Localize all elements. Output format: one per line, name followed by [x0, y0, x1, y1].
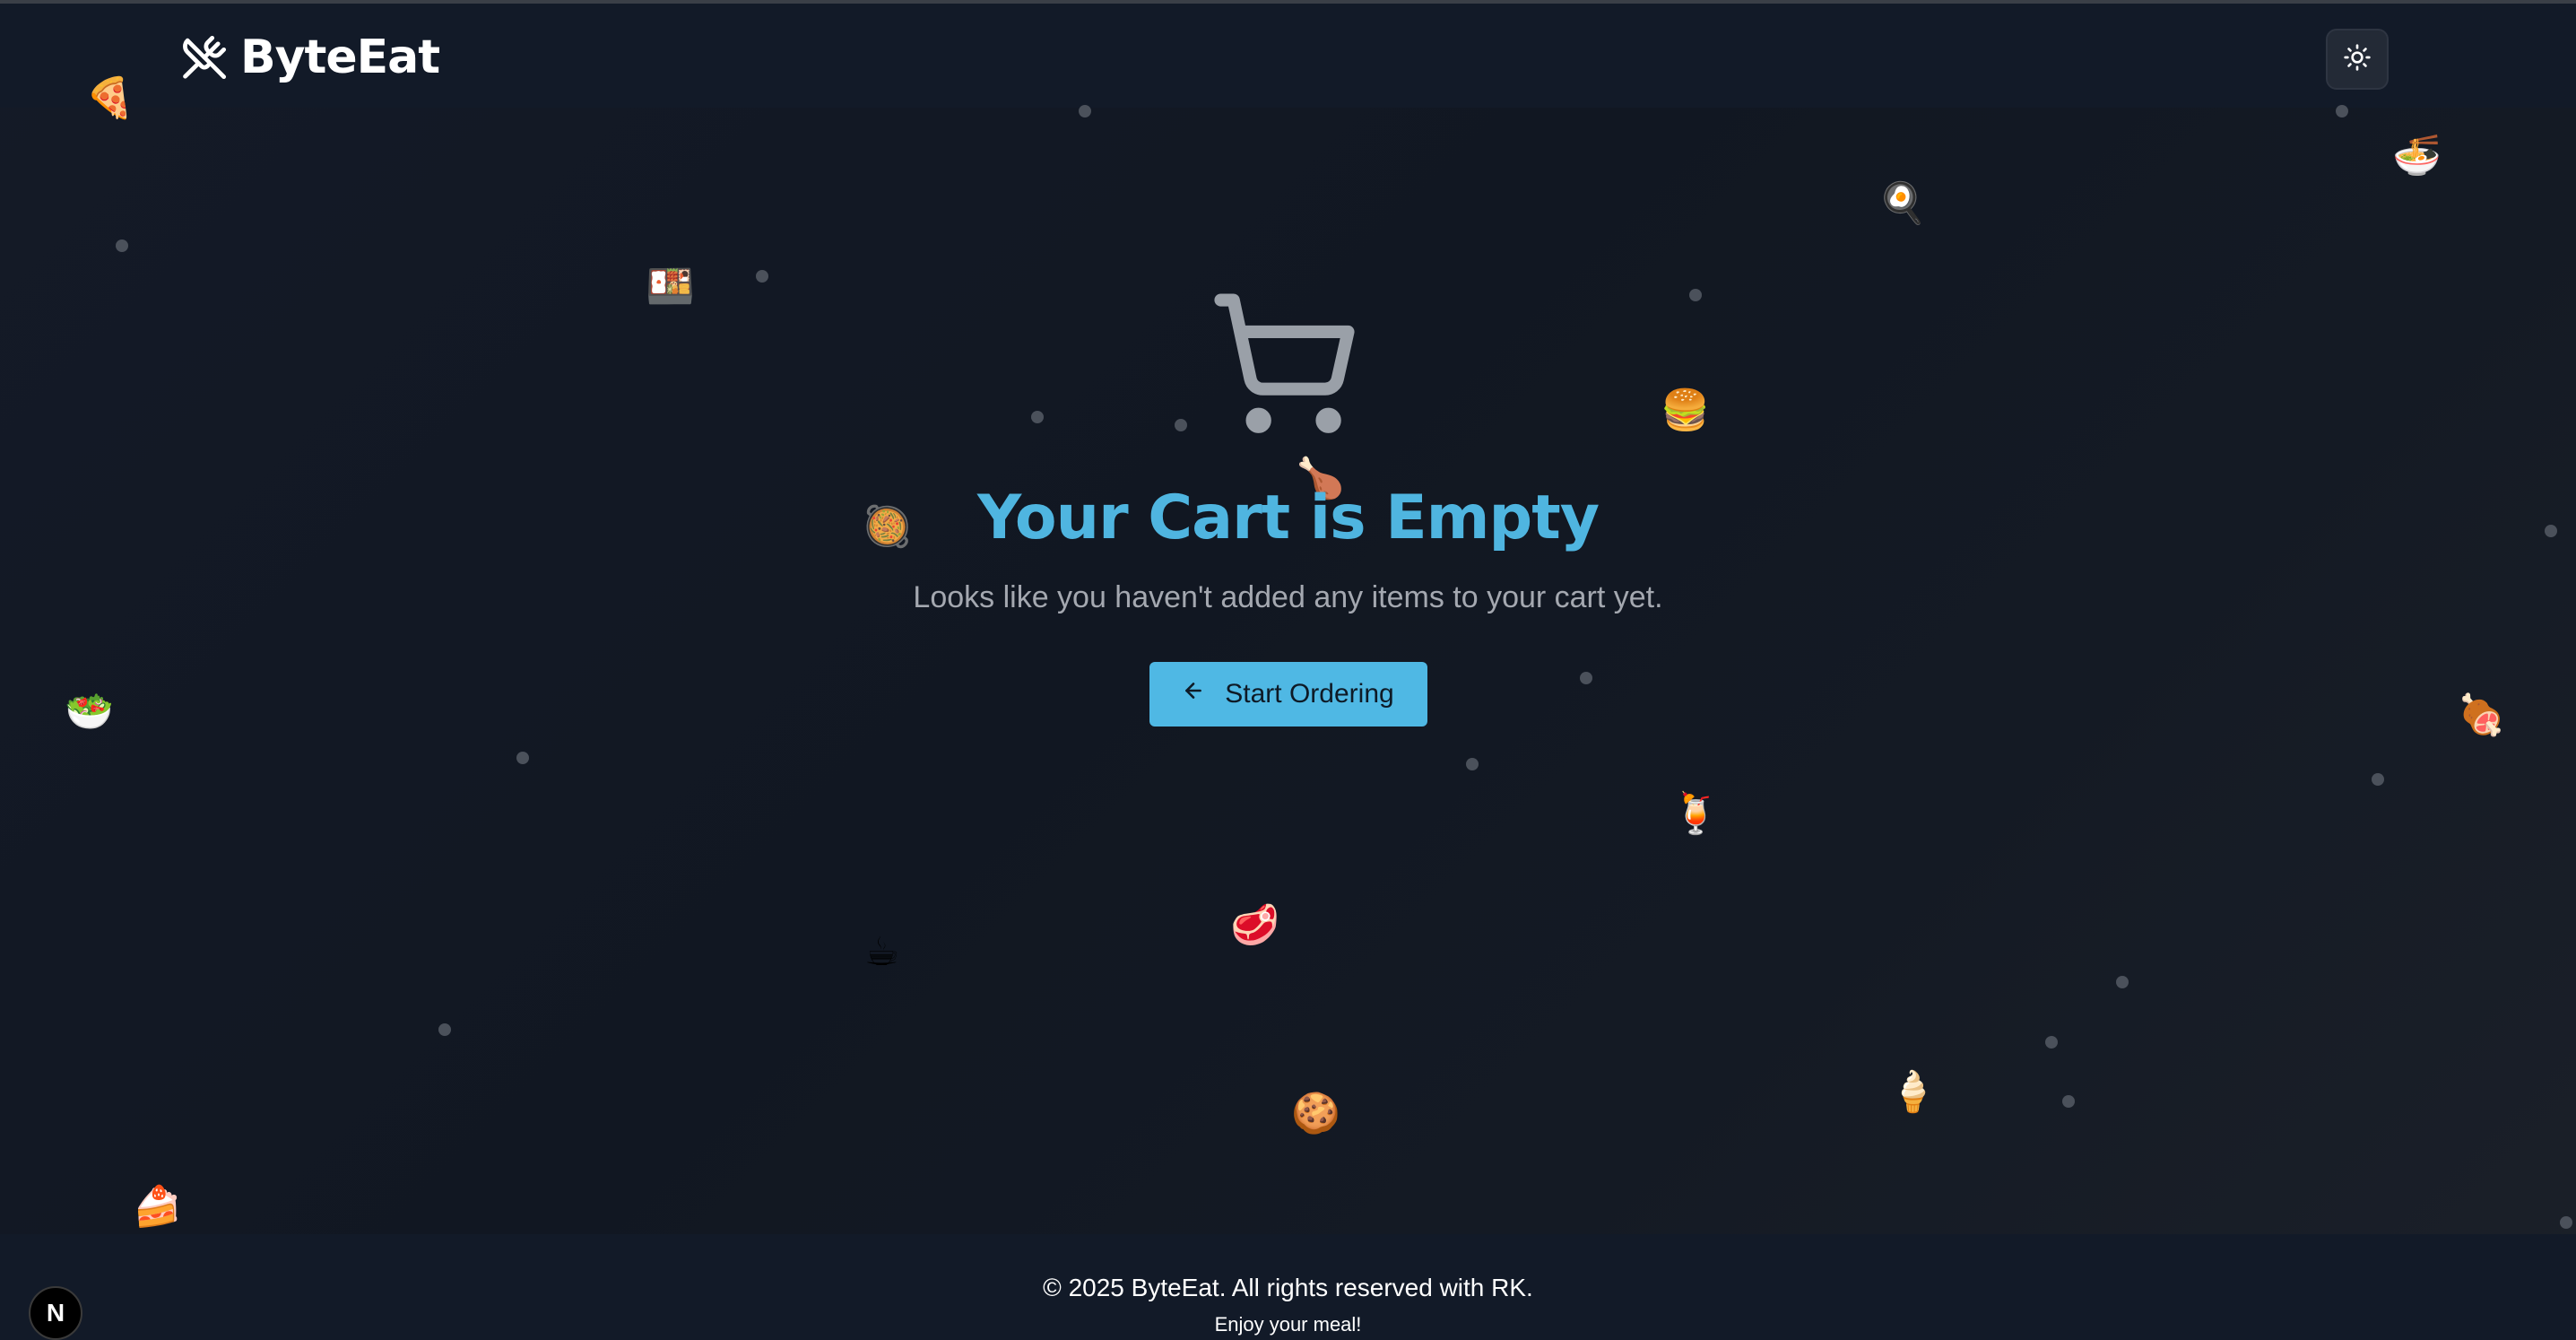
cart-page: ByteEat 🍕 🍱 🍳 🍜 🍔 🍗 🥘 🥗 🍹 🍖 ☕ 🥩 🍪 🍦 🍰 Yo… [0, 0, 2576, 1340]
nextjs-dev-indicator-button[interactable]: N [29, 1286, 82, 1340]
decor-dot [438, 1023, 451, 1036]
utensils-crossed-icon [179, 32, 230, 83]
decor-dot [2372, 773, 2384, 786]
footer-tagline: Enjoy your meal! [1214, 1313, 1362, 1336]
start-ordering-label: Start Ordering [1225, 679, 1394, 709]
decor-dot [1466, 758, 1479, 770]
decor-dot [2116, 976, 2129, 988]
brand-logo-link[interactable]: ByteEat [179, 29, 440, 86]
brand-name: ByteEat [240, 30, 440, 84]
copyright-text: © 2025 ByteEat. All rights reserved with… [1043, 1274, 1533, 1301]
pizza-emoji: 🍕 [85, 75, 134, 121]
site-footer: © 2025 ByteEat. All rights reserved with… [0, 1234, 2576, 1340]
cake-emoji: 🍰 [133, 1184, 182, 1230]
nextjs-logo-icon: N [46, 1299, 65, 1327]
decor-dot [2045, 1036, 2058, 1049]
coffee-emoji: ☕ [864, 929, 900, 975]
steak-emoji: 🥩 [1230, 902, 1279, 948]
sun-icon [2343, 43, 2372, 75]
start-ordering-button[interactable]: Start Ordering [1149, 662, 1427, 727]
empty-cart-title: Your Cart is Empty [976, 483, 1600, 553]
decor-dot [2062, 1095, 2075, 1108]
decor-dot [516, 752, 529, 764]
decor-dot [2560, 1216, 2572, 1229]
arrow-left-icon [1182, 679, 1205, 709]
empty-cart-section: Your Cart is Empty Looks like you haven'… [0, 287, 2576, 727]
theme-toggle-button[interactable] [2326, 29, 2389, 90]
noodle-bowl-emoji: 🍜 [2392, 133, 2442, 178]
decor-dot [2336, 105, 2348, 117]
site-header: ByteEat [0, 4, 2576, 108]
empty-cart-subtitle: Looks like you haven't added any items t… [913, 580, 1663, 614]
fried-egg-emoji: 🍳 [1878, 180, 1927, 226]
decor-dot [756, 270, 768, 283]
drink-emoji: 🍹 [1671, 791, 1721, 837]
decor-dot [116, 239, 128, 252]
cookie-emoji: 🍪 [1291, 1091, 1340, 1136]
shopping-cart-icon [1203, 287, 1365, 439]
decor-dot [1079, 105, 1091, 117]
ice-cream-emoji: 🍦 [1888, 1069, 1938, 1115]
